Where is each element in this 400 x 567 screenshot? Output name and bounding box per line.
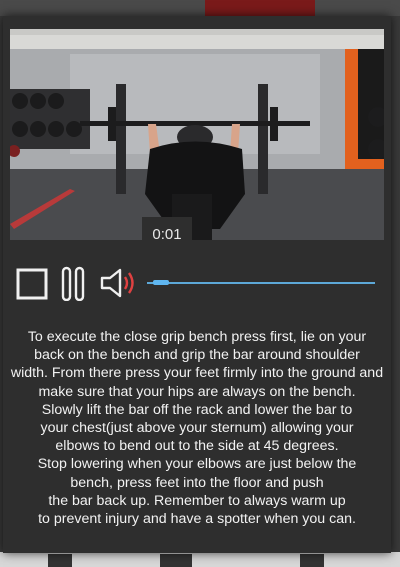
- volume-button[interactable]: [97, 261, 143, 305]
- player-controls: [3, 261, 391, 305]
- description-line: To execute the close grip bench press fi…: [27, 329, 367, 345]
- pause-icon: [61, 266, 85, 301]
- description-line: Stop lowering when your elbows are just …: [37, 456, 357, 473]
- current-time-tooltip: 0:01: [142, 217, 192, 252]
- speaker-volume-icon: [100, 268, 134, 298]
- exercise-video-dialog: 0:01 To execute the close grip bench pre…: [3, 16, 391, 553]
- background-bottom-strip: [0, 552, 400, 567]
- description-line: the bar back up. Remember to always warm…: [48, 492, 346, 509]
- seek-bar[interactable]: [147, 280, 375, 285]
- description-line: to prevent injury and have a spotter whe…: [38, 511, 356, 528]
- background-nav-glyph: [300, 554, 324, 567]
- description-line: elbows to bend out to the side at 45 deg…: [55, 438, 339, 455]
- background-top-strip: [0, 0, 400, 16]
- exercise-description: To execute the close grip bench press fi…: [0, 328, 395, 528]
- stop-button[interactable]: [10, 261, 54, 305]
- background-red-block: [205, 0, 315, 16]
- background-nav-glyph: [48, 554, 72, 567]
- description-line: width. From there press your feet firmly…: [10, 365, 384, 382]
- video-player[interactable]: [10, 29, 384, 240]
- description-line: back on the bench and grip the bar aroun…: [34, 347, 360, 364]
- description-line: bench, press feet into the floor and pus…: [70, 474, 324, 491]
- description-line: your chest(just above your sternum) allo…: [40, 420, 354, 437]
- description-line: Slowly lift the bar off the rack and low…: [41, 401, 353, 418]
- seek-thumb[interactable]: [153, 280, 169, 285]
- pause-button[interactable]: [55, 261, 91, 305]
- stop-square-icon: [16, 268, 48, 300]
- background-nav-glyph: [160, 554, 192, 567]
- description-line: make sure that your hips are always on t…: [38, 383, 356, 400]
- seek-track: [147, 282, 375, 284]
- video-frame: [10, 29, 384, 240]
